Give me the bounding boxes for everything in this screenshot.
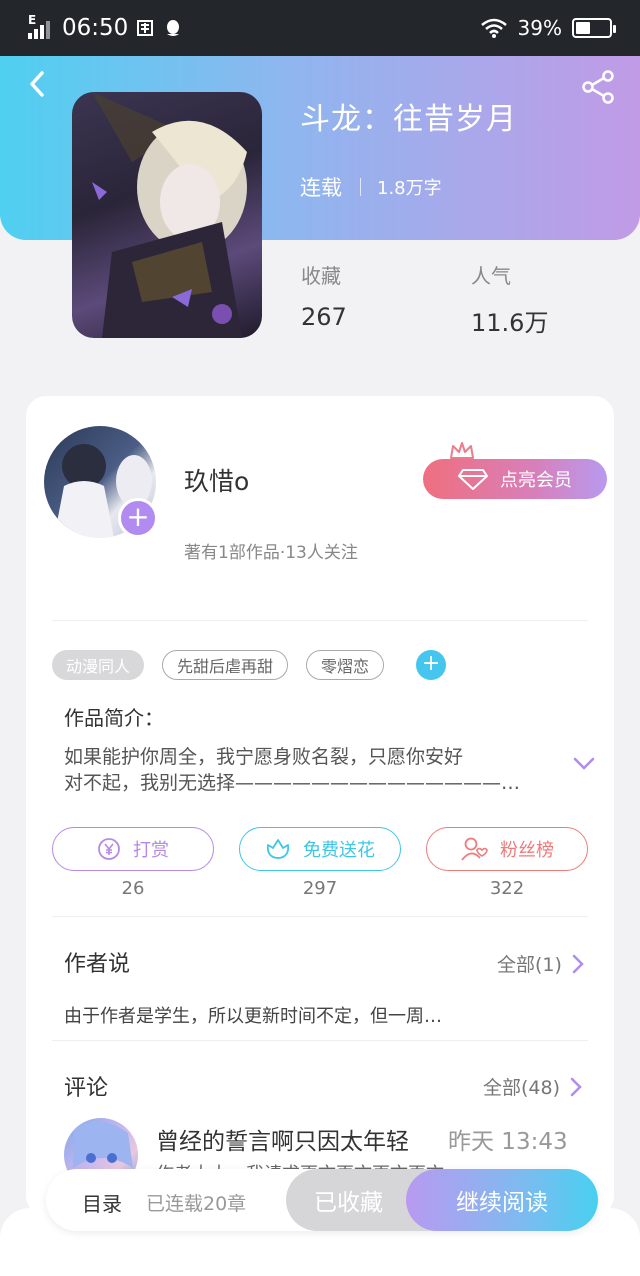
flower-icon [266,839,290,859]
diamond-icon [458,469,488,490]
fan-count: 322 [489,878,525,899]
fan-user-icon [461,837,488,861]
tip-button[interactable]: 打赏 [52,827,214,871]
toc-button[interactable]: 目录 [82,1188,122,1217]
author-says-more[interactable]: 全部(1) [497,950,584,977]
divider [52,916,588,917]
tip-count: 26 [121,878,145,899]
send-flower-button[interactable]: 免费送花 [239,827,401,871]
follow-author-button[interactable]: + [118,498,158,538]
stat-collect: 收藏 267 [301,260,347,331]
book-cover[interactable] [72,92,262,338]
tag-chip[interactable]: 零熠恋 [306,650,385,680]
book-title: 斗龙：往昔岁月 [300,102,517,137]
author-says-more-label: 全部(1) [497,954,562,976]
status-time: 06:50 [62,15,129,41]
author-says-text[interactable]: 由于作者是学生，所以更新时间不定，但一周… [64,1002,442,1028]
intro-line: 如果能护你周全，我宁愿身败名裂，只愿你安好 [64,746,464,768]
stat-value: 267 [301,303,347,331]
cover-illustration [92,92,247,338]
comments-more-label: 全部(48) [483,1077,561,1099]
send-flower-label: 免费送花 [303,840,375,861]
comments-title: 评论 [64,1076,109,1101]
stat-label: 收藏 [301,264,341,288]
battery-percent: 39% [517,16,562,40]
serial-status: 连载 [300,176,342,200]
add-tag-button[interactable]: + [416,650,447,680]
back-button[interactable] [22,68,54,100]
vip-label: 点亮会员 [500,470,572,491]
continue-reading-label: 继续阅读 [456,1190,548,1216]
tip-label: 打赏 [133,840,169,861]
wifi-icon [480,18,507,38]
stat-value: 11.6万 [471,309,549,337]
tag-chip[interactable]: 动漫同人 [52,650,145,680]
expand-intro-button[interactable] [572,756,596,772]
serial-chapter-count: 已连载20章 [146,1193,247,1215]
chevron-right-icon [572,954,584,973]
intro-line: 对不起，我别无选择——————————————… [64,772,521,794]
share-button[interactable] [580,70,616,104]
chevron-left-icon [30,71,44,97]
vip-button[interactable]: 点亮会员 [423,459,607,499]
author-meta: 著有1部作品·13人关注 [184,543,358,563]
chevron-right-icon [570,1077,582,1096]
fan-ranking-label: 粉丝榜 [500,840,554,861]
notification-app-icon [137,20,154,36]
divider [52,620,588,621]
comment-time: 昨天 13:43 [448,1129,568,1155]
flower-count: 297 [302,878,338,899]
divider [52,1040,588,1041]
battery-icon [572,18,616,38]
tag-list: 动漫同人 先甜后虐再甜 零熠恋 + [52,650,447,680]
book-status-row: 连载 1.8万字 [300,172,442,202]
fan-ranking-button[interactable]: 粉丝榜 [426,827,588,871]
tag-chip[interactable]: 先甜后虐再甜 [162,650,289,680]
qq-notification-icon [167,20,180,36]
comments-more[interactable]: 全部(48) [483,1073,582,1100]
collected-label: 已收藏 [314,1190,383,1216]
continue-reading-button[interactable]: 继续阅读 [406,1169,598,1231]
yen-coin-icon [98,838,120,860]
word-count: 1.8万字 [377,178,442,199]
intro-title: 作品简介： [64,706,164,730]
share-icon [582,70,614,104]
status-bar: E 06:50 39% [0,0,640,56]
author-name[interactable]: 玖惜o [184,462,249,498]
stat-popularity: 人气 11.6万 [471,260,548,338]
comment-author-title: 曾经的誓言啊只因太年轻 [156,1129,409,1155]
signal-icon: E [28,13,54,39]
stat-label: 人气 [471,264,511,288]
author-says-title: 作者说 [64,952,131,977]
